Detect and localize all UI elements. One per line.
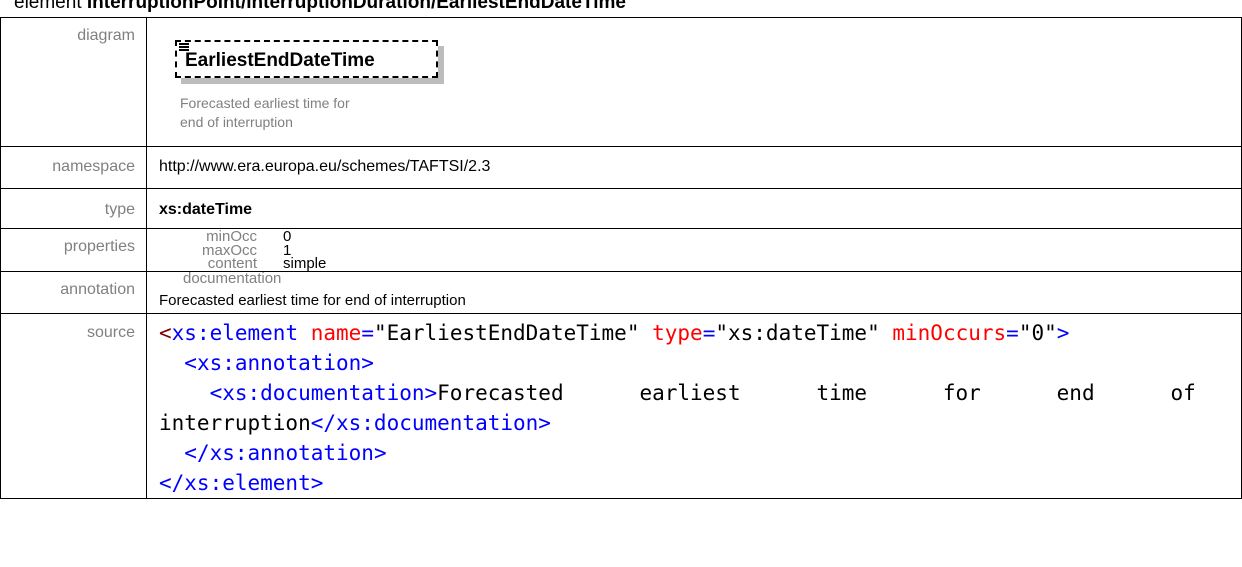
namespace-value: http://www.era.europa.eu/schemes/TAFTSI/… <box>159 158 491 175</box>
source-element-close: </xs:element> <box>159 471 324 495</box>
annotation-key: documentation <box>183 270 282 287</box>
source-documentation-text-cont: interruption <box>159 411 311 435</box>
page-heading: element InterruptionPoint/InterruptionDu… <box>14 0 626 15</box>
source-row: source <xs:element name="EarliestEndDate… <box>0 313 1242 499</box>
source-code: <xs:element name="EarliestEndDateTime" t… <box>159 321 1196 495</box>
source-documentation-close: </xs:documentation> <box>310 411 551 435</box>
diagram-row: diagram EarliestEndDateTime Forecasted e… <box>0 17 1242 147</box>
diagram-doc-line-1: Forecasted earliest time for <box>180 95 350 111</box>
source-documentation-text: Forecasted earliest time for end of <box>437 381 1196 405</box>
source-label: source <box>0 313 147 499</box>
element-box-name: EarliestEndDateTime <box>185 50 375 71</box>
element-box[interactable]: EarliestEndDateTime <box>175 40 438 78</box>
heading-path: InterruptionPoint/InterruptionDuration/E… <box>86 0 626 13</box>
source-annotation-close: </xs:annotation> <box>184 441 387 465</box>
properties-label: properties <box>0 228 147 272</box>
source-documentation-open: <xs:documentation> <box>209 381 438 405</box>
type-value: xs:dateTime <box>159 201 253 218</box>
source-annotation-open: <xs:annotation> <box>184 351 374 375</box>
annotation-value: Forecasted earliest time for end of inte… <box>159 292 466 309</box>
type-label: type <box>0 188 147 229</box>
element-doc-table: diagram EarliestEndDateTime Forecasted e… <box>0 17 1242 499</box>
type-row: type xs:dateTime <box>0 188 1242 229</box>
namespace-label: namespace <box>0 146 147 189</box>
namespace-row: namespace http://www.era.europa.eu/schem… <box>0 146 1242 189</box>
annotation-label: annotation <box>0 271 147 314</box>
annotation-row: annotation documentation Forecasted earl… <box>0 270 1242 314</box>
properties-row: properties minOcc 0 maxOcc 1 content sim… <box>0 228 1242 272</box>
element-diagram-doc: Forecasted earliest time for end of inte… <box>180 94 350 132</box>
heading-prefix: element <box>14 0 87 13</box>
properties-list: minOcc 0 maxOcc 1 content simple <box>147 229 1241 271</box>
property-value: simple <box>283 255 327 272</box>
diagram-label: diagram <box>0 17 147 147</box>
diagram-doc-line-2: end of interruption <box>180 114 293 130</box>
element-diagram: EarliestEndDateTime Forecasted earliest … <box>147 18 1241 146</box>
property-key: content <box>207 255 257 272</box>
